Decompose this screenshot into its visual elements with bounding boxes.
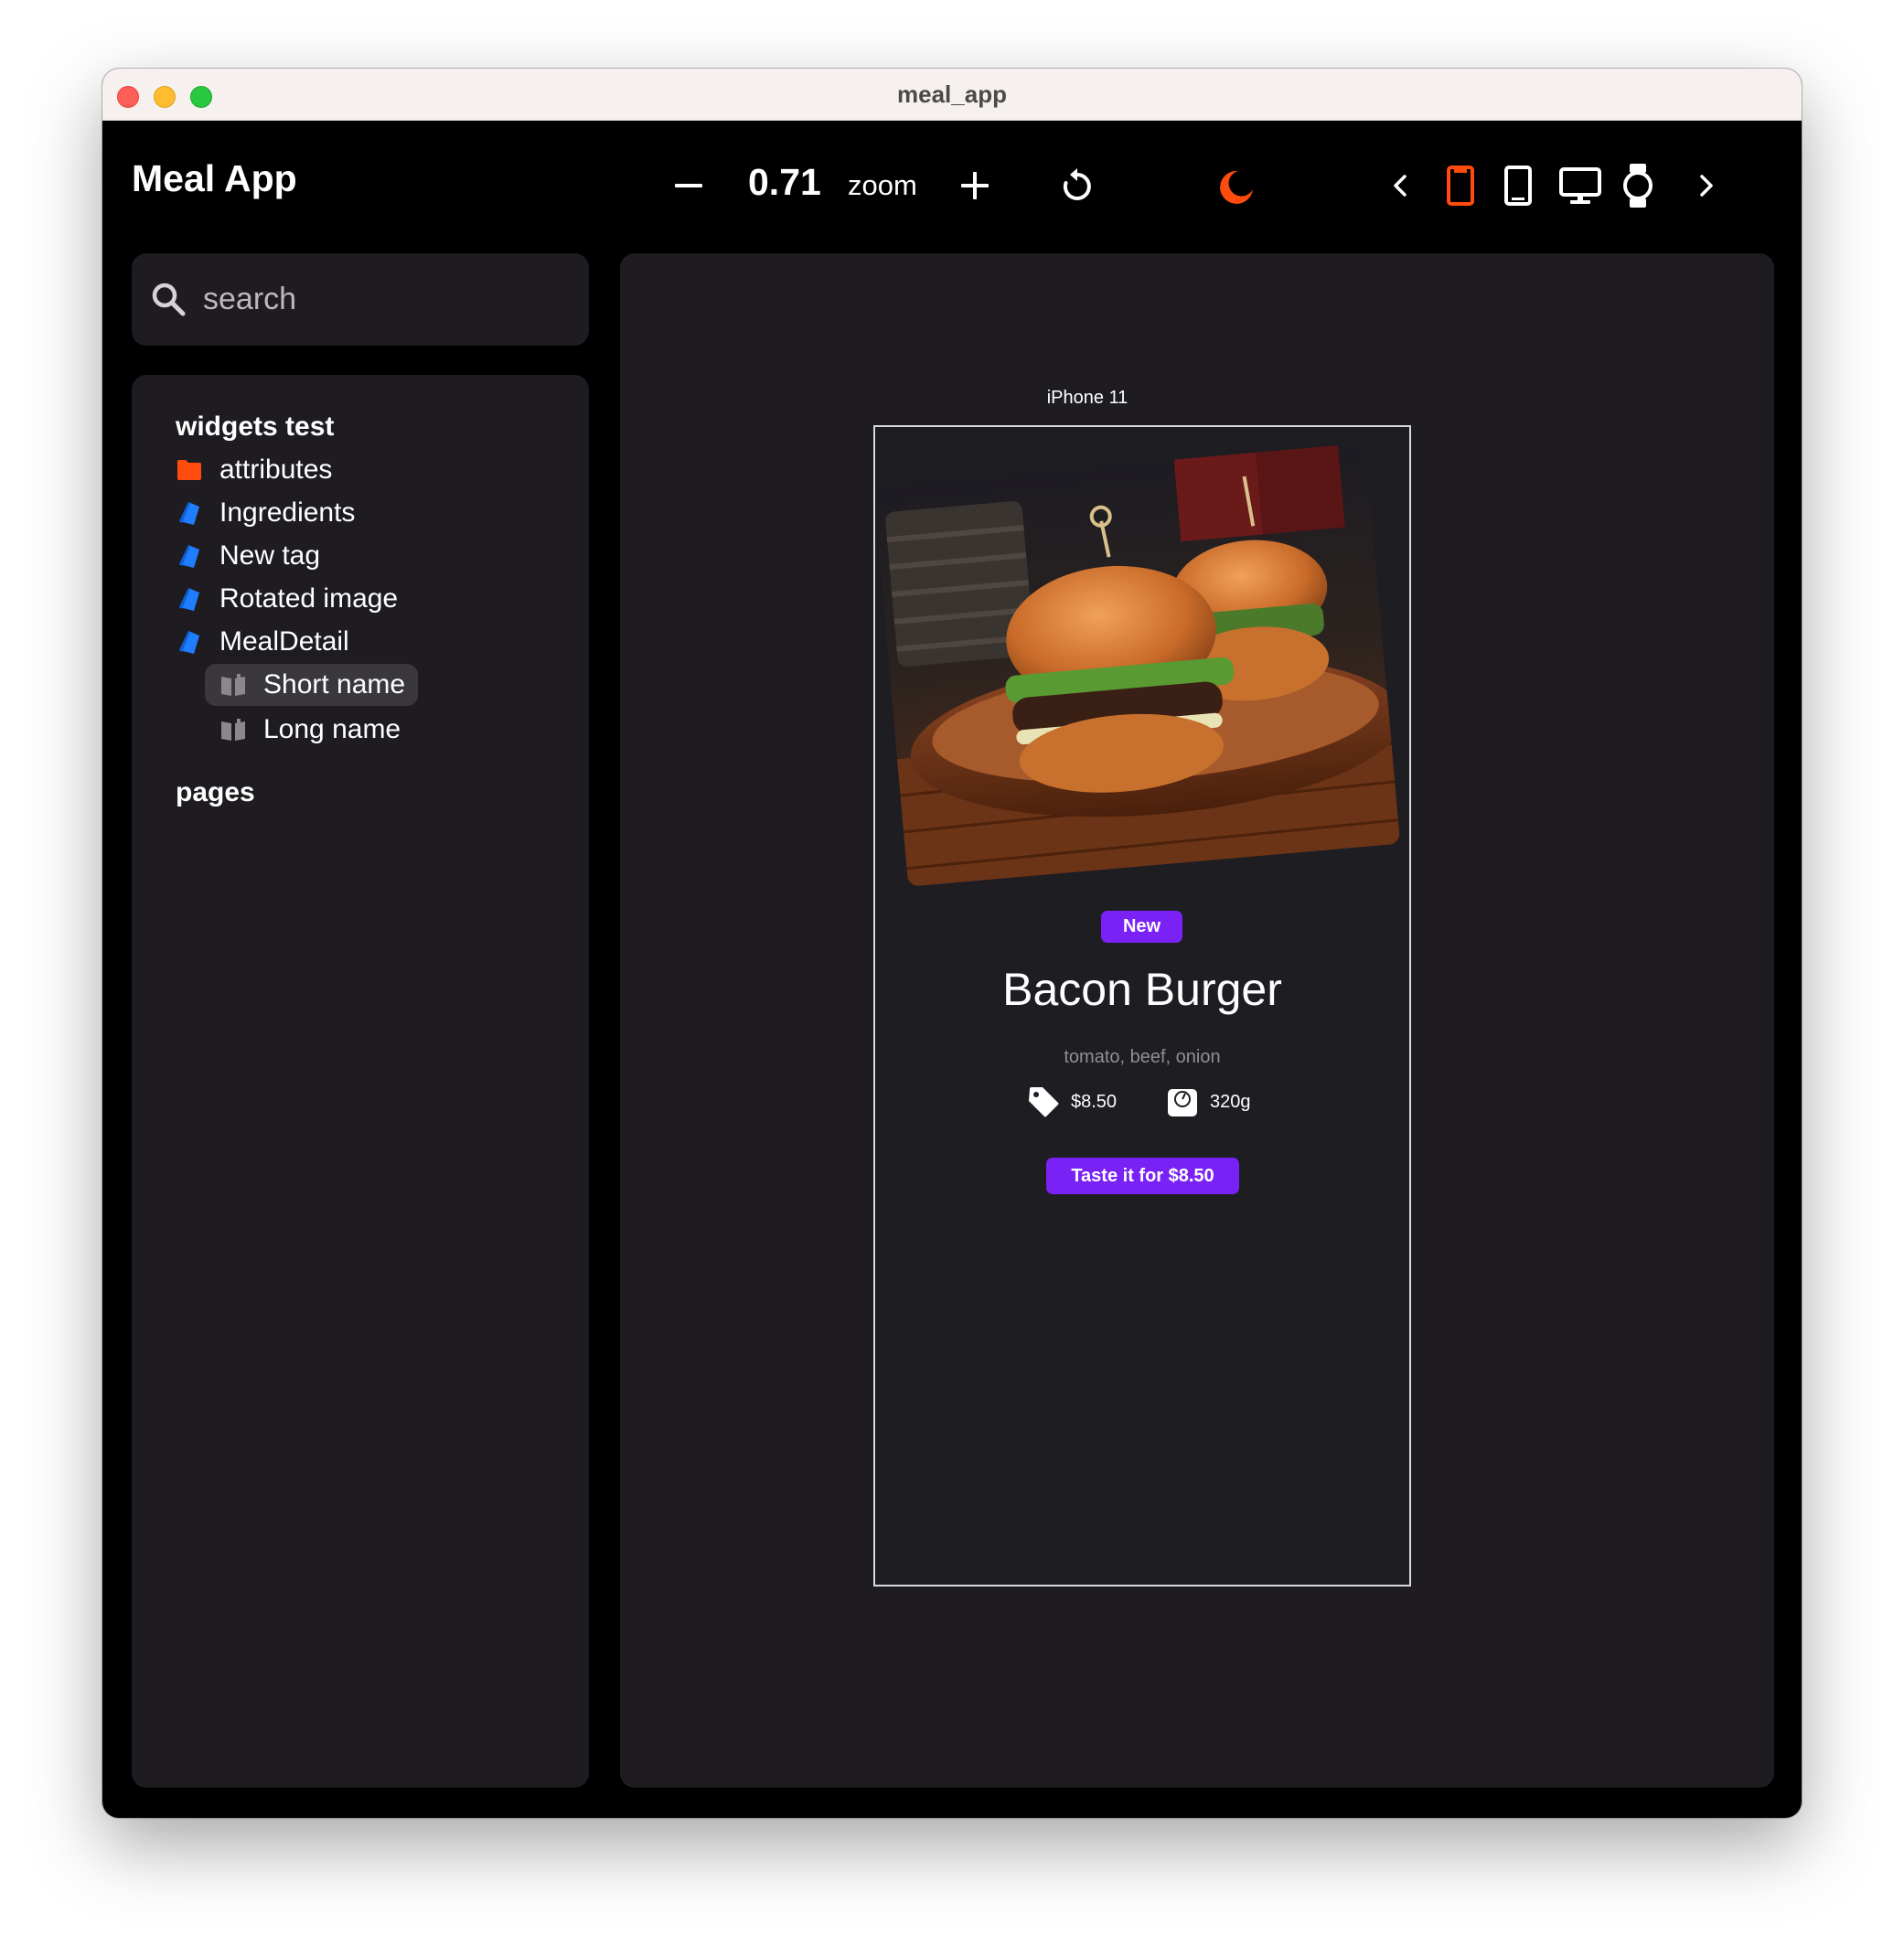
book-icon <box>221 674 245 696</box>
tree-item-label: MealDetail <box>219 626 349 657</box>
chevron-left-icon[interactable] <box>1387 172 1415 199</box>
taste-it-button[interactable]: Taste it for $8.50 <box>1046 1158 1239 1194</box>
zoom-label: zoom <box>848 169 917 201</box>
price-tag-icon <box>1029 1087 1059 1117</box>
search-icon <box>152 283 186 316</box>
device-frame: New Bacon Burger tomato, beef, onion $8.… <box>873 425 1411 1586</box>
reset-zoom-icon[interactable] <box>1058 166 1096 205</box>
widget-tree-panel: widgets test attributes Ingredients New … <box>132 375 589 1788</box>
window-title: meal_app <box>897 80 1007 108</box>
minimize-window-button[interactable] <box>154 86 176 108</box>
tree-item-label: Long name <box>263 714 401 744</box>
widget-icon <box>179 502 199 525</box>
tree-item-ingredients[interactable]: Ingredients <box>176 492 355 534</box>
tree-item-mealdetail[interactable]: MealDetail <box>176 621 349 663</box>
widget-icon <box>179 631 199 654</box>
tree-item-new-tag[interactable]: New tag <box>176 535 320 577</box>
zoom-in-icon[interactable] <box>959 170 990 201</box>
chevron-right-icon[interactable] <box>1692 172 1719 199</box>
phone-device-icon[interactable] <box>1446 165 1475 207</box>
maximize-window-button[interactable] <box>190 86 212 108</box>
zoom-value: 0.71 <box>748 161 821 203</box>
tree-item-label: New tag <box>219 540 321 571</box>
dark-mode-icon[interactable] <box>1216 166 1257 207</box>
app-title: Meal App <box>132 157 297 199</box>
tree-item-label: Short name <box>263 669 406 700</box>
tree-item-attributes[interactable]: attributes <box>176 449 332 491</box>
zoom-out-icon[interactable] <box>673 170 704 201</box>
tree-section-widgets-test[interactable]: widgets test <box>176 411 334 443</box>
close-window-button[interactable] <box>117 86 139 108</box>
new-badge: New <box>1101 911 1182 943</box>
widget-icon <box>179 545 199 568</box>
preview-panel: iPhone 11 New Bacon Burger tomato, beef,… <box>620 253 1774 1788</box>
toolbar: Meal App 0.71 zoom <box>102 121 1802 249</box>
tree-item-label: attributes <box>219 454 333 485</box>
device-label: iPhone 11 <box>1046 388 1128 408</box>
desktop-device-icon[interactable] <box>1558 166 1602 207</box>
weight-value: 320g <box>1210 1091 1251 1112</box>
meal-ingredients: tomato, beef, onion <box>1064 1047 1221 1067</box>
tree-item-short-name[interactable]: Short name <box>205 664 419 706</box>
book-icon <box>221 719 245 741</box>
meal-name: Bacon Burger <box>1002 964 1282 1015</box>
title-bar: meal_app <box>102 69 1802 121</box>
weight-info: 320g <box>1166 1084 1251 1120</box>
tree-item-label: Ingredients <box>219 497 356 528</box>
search-input[interactable] <box>203 275 569 323</box>
widget-icon <box>179 588 199 611</box>
burger-photo <box>875 443 1401 887</box>
tree-item-long-name[interactable]: Long name <box>219 709 401 751</box>
search-box <box>132 253 589 346</box>
tree-item-rotated-image[interactable]: Rotated image <box>176 578 398 620</box>
meal-meta: $8.50 320g <box>875 1084 1409 1120</box>
tree-section-pages[interactable]: pages <box>176 777 255 808</box>
app-window: meal_app Meal App 0.71 zoom search widge… <box>102 69 1802 1818</box>
scale-icon <box>1168 1089 1197 1116</box>
tablet-device-icon[interactable] <box>1503 165 1533 207</box>
price-info: $8.50 <box>1027 1084 1117 1120</box>
tree-item-label: Rotated image <box>219 583 399 614</box>
price-value: $8.50 <box>1071 1091 1118 1112</box>
watch-device-icon[interactable] <box>1621 163 1655 208</box>
folder-icon <box>177 460 201 480</box>
